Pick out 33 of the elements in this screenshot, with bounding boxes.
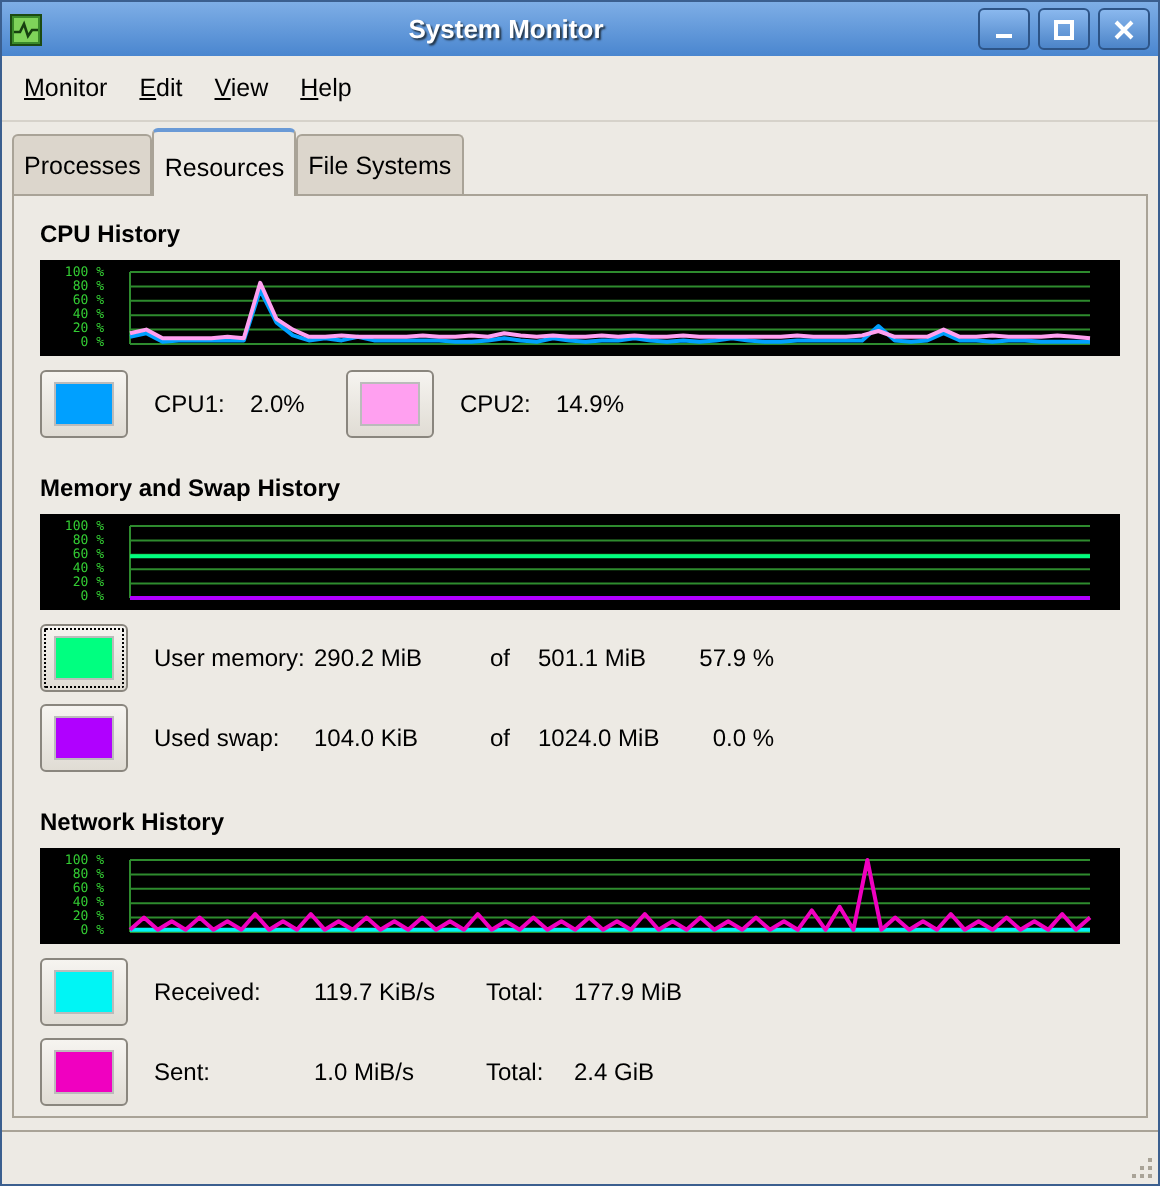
total-label: Total: [486, 975, 546, 1009]
memory-label: Used swap: [154, 721, 282, 755]
total-value: 177.9 MiB [574, 975, 685, 1009]
percent-value: 0.0 % [710, 721, 774, 755]
section-title: Memory and Swap History [40, 471, 343, 505]
total-label: Total: [486, 1055, 546, 1089]
rate-value: 119.7 KiB/s [314, 975, 437, 1009]
section-title: Network History [40, 805, 227, 839]
of-label: of [490, 721, 513, 755]
menu-item[interactable]: Edit [125, 66, 197, 112]
cpu-label: CPU2: [460, 387, 533, 421]
memory-label: User memory: [154, 641, 307, 675]
total-value: 1024.0 MiB [538, 721, 662, 755]
tab[interactable]: Processes [12, 133, 153, 193]
section-title: CPU History [40, 217, 183, 251]
tab[interactable]: File Systems [296, 133, 464, 193]
used-value: 290.2 MiB [314, 641, 425, 675]
of-label: of [490, 641, 513, 675]
cpu-label: CPU1: [154, 387, 227, 421]
network-label: Received: [154, 975, 263, 1009]
cpu-value: 2.0% [250, 387, 307, 421]
rate-value: 1.0 MiB/s [314, 1055, 417, 1089]
total-value: 2.4 GiB [574, 1055, 657, 1089]
cpu-value: 14.9% [556, 387, 627, 421]
window-title: System Monitor [406, 11, 606, 48]
menu-item[interactable]: Monitor [10, 66, 122, 112]
menu-item[interactable]: View [200, 66, 283, 112]
percent-value: 57.9 % [698, 641, 774, 675]
network-label: Sent: [154, 1055, 213, 1089]
menu-item[interactable]: Help [286, 66, 366, 112]
tab[interactable]: Resources [152, 127, 297, 195]
total-value: 501.1 MiB [538, 641, 649, 675]
used-value: 104.0 KiB [314, 721, 421, 755]
